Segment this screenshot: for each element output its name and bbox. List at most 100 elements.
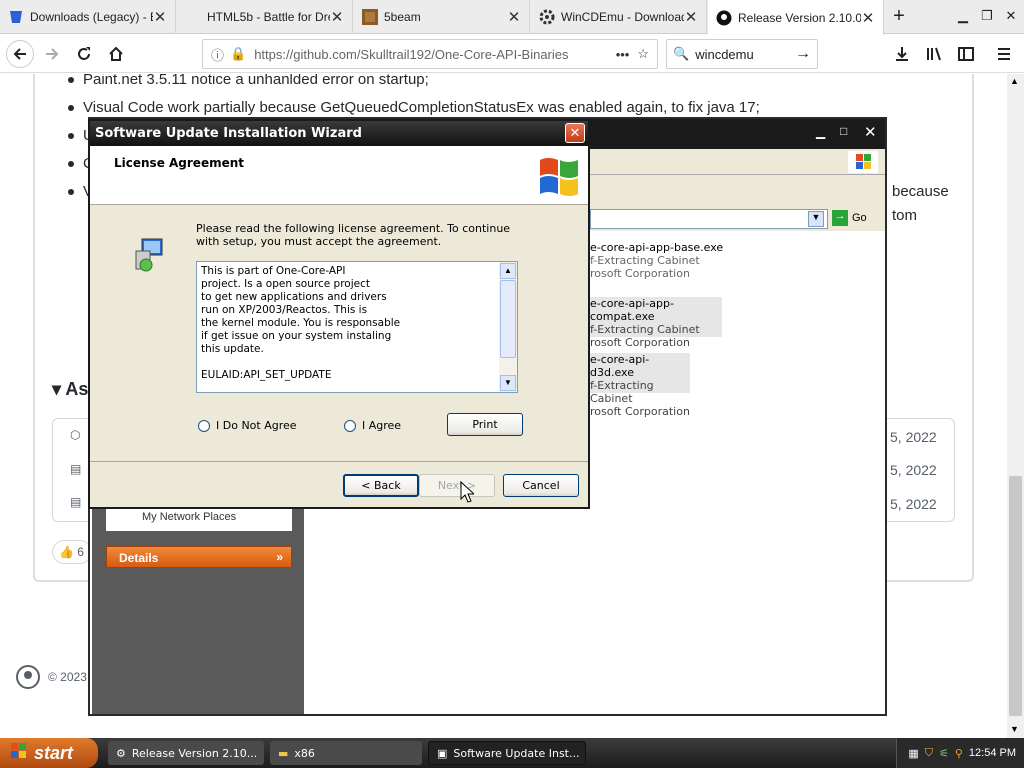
footer-copyright: © 2023	[48, 670, 87, 684]
system-tray: ▦ ⛉ ⚟ ⚲ 12:54 PM	[896, 738, 1024, 768]
search-icon[interactable]: ⚲	[955, 747, 963, 760]
page-scrollbar[interactable]: ▲ ▼	[1007, 74, 1024, 738]
file-item[interactable]: e-core-api-app-compat.exe f-Extracting Ca…	[590, 297, 722, 349]
bitbucket-icon	[8, 9, 24, 25]
browser-icon: ⚙	[116, 746, 126, 760]
url-bar[interactable]: ⓘ 🔒 https://github.com/Skulltrail192/One…	[202, 39, 658, 69]
cancel-button[interactable]: Cancel	[503, 474, 579, 497]
start-button[interactable]: start	[0, 738, 98, 768]
reload-icon[interactable]	[70, 40, 98, 68]
mouse-cursor-icon	[460, 480, 476, 506]
release-note-item: Visual Code work partially because GetQu…	[68, 99, 760, 116]
close-icon[interactable]: ✕	[565, 123, 585, 143]
radio-circle[interactable]	[344, 419, 356, 432]
disagree-radio[interactable]: I Do Not Agree	[198, 419, 297, 432]
divider	[90, 461, 588, 462]
agree-radio[interactable]: I Agree	[344, 419, 401, 432]
taskbar-item-folder[interactable]: ▬ x86	[270, 741, 422, 765]
chevron-down-icon[interactable]: »	[276, 550, 283, 564]
bookmark-star-icon[interactable]: ☆	[637, 46, 649, 62]
download-icon[interactable]	[888, 40, 916, 68]
page-heading: License Agreement	[114, 156, 245, 170]
go-arrow-icon: →	[832, 210, 848, 226]
reaction-button[interactable]: 👍 6	[52, 540, 92, 564]
keyboard-icon[interactable]: ▦	[908, 747, 918, 760]
forward-arrow-icon[interactable]	[38, 40, 66, 68]
info-icon[interactable]: ⓘ	[211, 45, 224, 64]
file-item[interactable]: e-core-api-d3d.exe f-Extracting Cabinet ro…	[590, 353, 690, 418]
close-icon[interactable]: ✕	[861, 9, 875, 27]
zip-icon: ▤	[70, 495, 82, 509]
tab-5beam[interactable]: 5beam ✕	[354, 0, 530, 34]
address-input[interactable]	[590, 209, 828, 229]
license-scrollbar[interactable]: ▲ ▼	[499, 262, 517, 392]
gear-icon	[539, 9, 555, 25]
file-item[interactable]: e-core-api-app-base.exe f-Extracting Cabi…	[590, 241, 723, 280]
5beam-icon	[362, 9, 378, 25]
scroll-up-icon[interactable]: ▲	[500, 263, 516, 279]
search-input[interactable]: wincdemu	[695, 47, 795, 62]
scroll-thumb[interactable]	[1009, 476, 1022, 716]
scroll-down-icon[interactable]: ▼	[1010, 724, 1019, 734]
new-tab-button[interactable]: +	[888, 5, 910, 27]
assets-heading[interactable]: ▾ As	[52, 379, 88, 400]
scroll-up-icon[interactable]: ▲	[1010, 76, 1019, 86]
close-icon[interactable]: ✕	[153, 8, 167, 26]
wrapped-text: because	[892, 183, 949, 200]
github-footer-icon[interactable]	[16, 665, 40, 692]
close-icon[interactable]: ✕	[864, 123, 877, 141]
installer-icon: ▣	[437, 746, 448, 760]
wrapped-text: tom	[892, 207, 918, 224]
tab-html5b[interactable]: HTML5b - Battle for Drea ✕	[177, 0, 353, 34]
print-button[interactable]: Print	[447, 413, 523, 436]
asset-date: 5, 2022	[890, 462, 937, 478]
maximize-icon[interactable]: □	[840, 124, 847, 138]
more-actions-icon[interactable]: •••	[616, 47, 630, 62]
close-icon[interactable]: ✕	[684, 8, 698, 26]
explorer-address-area: ▼ → Go	[590, 175, 885, 231]
installation-wizard-dialog[interactable]: Software Update Installation Wizard ✕ Li…	[88, 119, 590, 509]
network-icon[interactable]: ⚟	[939, 747, 949, 760]
shield-icon[interactable]: ⛉	[925, 747, 933, 760]
taskbar-item-wizard[interactable]: ▣ Software Update Inst...	[428, 741, 586, 765]
scroll-thumb[interactable]	[500, 280, 516, 358]
library-icon[interactable]	[920, 40, 948, 68]
radio-circle[interactable]	[198, 419, 210, 432]
close-window-icon[interactable]: ✕	[1000, 6, 1022, 26]
tab-title: 5beam	[384, 10, 421, 24]
restore-icon[interactable]: ❐	[976, 6, 998, 26]
tab-bitbucket[interactable]: Downloads (Legacy) - Bu ✕	[0, 0, 176, 34]
url-text[interactable]: https://github.com/Skulltrail192/One-Cor…	[254, 47, 607, 62]
tab-strip: Downloads (Legacy) - Bu ✕ HTML5b - Battl…	[0, 0, 1024, 35]
back-button[interactable]: < Back	[343, 474, 419, 497]
dropdown-icon[interactable]: ▼	[808, 211, 824, 227]
tab-title: Downloads (Legacy) - Bu	[30, 10, 153, 24]
dialog-title: Software Update Installation Wizard	[90, 121, 588, 146]
home-icon[interactable]	[102, 40, 130, 68]
go-button[interactable]: → Go	[832, 210, 867, 226]
tab-wincdemu[interactable]: WinCDEmu - Download ✕	[531, 0, 707, 34]
sidebar-icon[interactable]	[952, 40, 980, 68]
network-places-link[interactable]: My Network Places	[106, 507, 292, 531]
taskbar-item-browser[interactable]: ⚙ Release Version 2.10...	[108, 741, 264, 765]
details-panel-header[interactable]: Details»	[106, 546, 292, 568]
instructions-text: Please read the following license agreem…	[196, 222, 511, 248]
scroll-down-icon[interactable]: ▼	[500, 375, 516, 391]
search-box[interactable]: 🔍 wincdemu →	[666, 39, 818, 69]
minimize-icon[interactable]: ▁	[952, 6, 974, 26]
navigation-toolbar: ⓘ 🔒 https://github.com/Skulltrail192/One…	[0, 35, 1024, 73]
tab-title: WinCDEmu - Download	[561, 10, 684, 24]
close-icon[interactable]: ✕	[507, 8, 521, 26]
search-go-arrow-icon[interactable]: →	[795, 45, 811, 63]
minimize-icon[interactable]: ▁	[816, 125, 825, 139]
dialog-header: License Agreement	[90, 146, 588, 205]
folder-icon: ▬	[278, 746, 289, 760]
back-arrow-icon[interactable]	[6, 40, 34, 68]
license-text: This is part of One-Core-API project. Is…	[201, 265, 401, 381]
license-text-box[interactable]: This is part of One-Core-API project. Is…	[196, 261, 518, 393]
close-icon[interactable]: ✕	[330, 8, 344, 26]
menu-icon[interactable]	[990, 40, 1018, 68]
tab-release[interactable]: Release Version 2.10.0 ✕	[708, 0, 884, 35]
explorer-toolbar	[590, 149, 885, 175]
next-button[interactable]: Next >	[419, 474, 495, 497]
